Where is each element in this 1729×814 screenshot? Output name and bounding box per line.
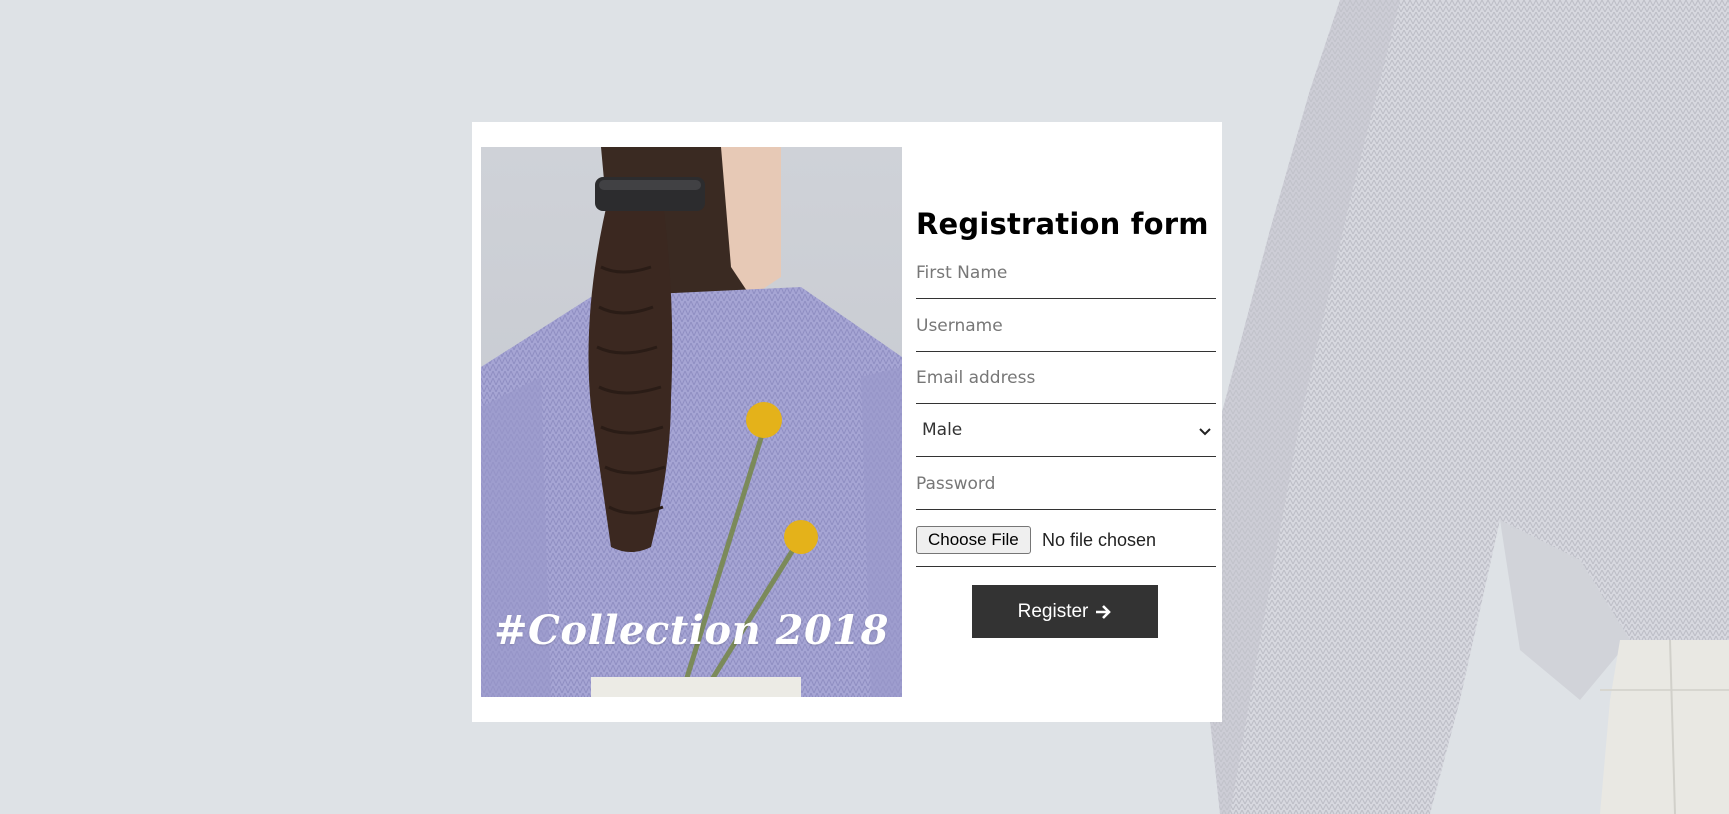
file-upload-field: Choose File No file chosen [916,510,1216,567]
collection-photo: #Collection 2018 [481,147,902,697]
gender-select-value: Male [922,420,963,440]
choose-file-button[interactable]: Choose File [916,526,1031,554]
file-status-text: No file chosen [1042,530,1157,550]
registration-card: #Collection 2018 Registration form Male … [472,122,1222,722]
password-field-wrapper [916,458,1216,510]
arrow-right-icon [1096,604,1112,619]
form-title: Registration form [916,207,1209,241]
register-button-label: Register [1017,600,1089,622]
register-button[interactable]: Register [972,585,1158,638]
collection-caption: #Collection 2018 [494,607,889,654]
chevron-down-icon [1199,428,1211,436]
gender-select[interactable]: Male [916,405,1216,457]
email-field-wrapper [916,352,1216,404]
background-sweater-image [1200,0,1729,814]
email-input[interactable] [916,352,1216,403]
first-name-field-wrapper [916,247,1216,299]
username-field-wrapper [916,300,1216,352]
password-input[interactable] [916,458,1216,509]
username-input[interactable] [916,300,1216,351]
registration-form: Registration form Male Choose File No fi… [916,122,1216,722]
first-name-input[interactable] [916,247,1216,298]
